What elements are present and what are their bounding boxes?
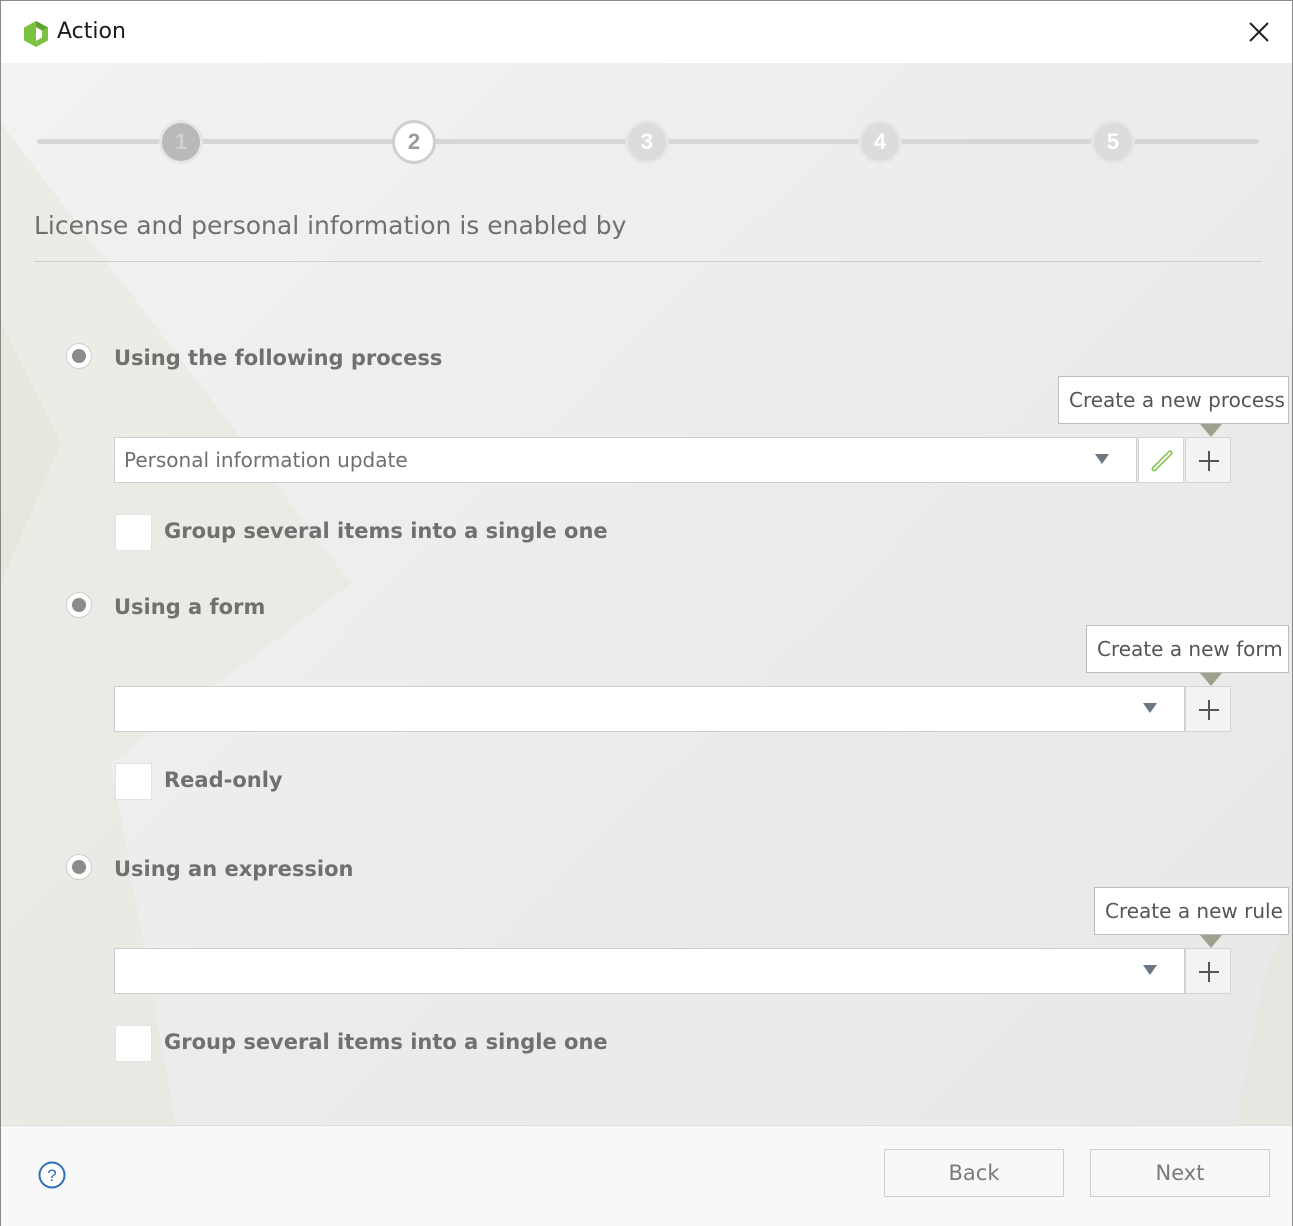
step-1: 1 [159,120,203,164]
tooltip-pointer [1200,935,1222,948]
create-process-tooltip: Create a new process [1058,376,1289,424]
dialog-footer: ? Back Next [1,1125,1292,1226]
step-5: 5 [1091,120,1135,164]
tooltip-pointer [1200,673,1222,686]
read-only-label: Read-only [164,768,283,792]
heading-divider [34,261,1262,262]
create-form-tooltip: Create a new form [1086,625,1289,673]
process-option-label: Using the following process [114,346,443,370]
radio-form[interactable] [66,592,92,618]
group-items-label-2: Group several items into a single one [164,1030,608,1054]
plus-icon [1199,700,1219,720]
wizard-body: 1 2 3 4 5 License and personal informati… [1,63,1292,1125]
tooltip-pointer [1200,424,1222,437]
expression-select[interactable] [114,948,1185,994]
plus-icon [1199,451,1219,471]
action-dialog: Action 1 2 3 4 5 License and personal in… [0,0,1293,1226]
chevron-down-icon [1143,703,1157,713]
form-select[interactable] [114,686,1185,732]
app-logo-icon [24,21,48,47]
group-items-checkbox-2[interactable] [115,1025,152,1062]
create-process-button[interactable] [1185,437,1231,483]
plus-icon [1199,962,1219,982]
section-heading: License and personal information is enab… [34,211,627,240]
expression-option-label: Using an expression [114,857,354,881]
process-select[interactable]: Personal information update [114,437,1137,483]
group-items-label-1: Group several items into a single one [164,519,608,543]
step-4: 4 [858,120,902,164]
radio-expression[interactable] [66,854,92,880]
chevron-down-icon [1143,965,1157,975]
back-button[interactable]: Back [884,1149,1064,1197]
title-bar: Action [1,1,1292,63]
window-title: Action [57,19,126,44]
close-icon[interactable] [1241,15,1277,51]
pencil-icon [1151,450,1173,472]
svg-text:?: ? [47,1166,56,1185]
create-form-button[interactable] [1185,686,1231,732]
process-select-value: Personal information update [124,448,408,472]
read-only-checkbox[interactable] [115,763,152,800]
radio-process[interactable] [66,343,92,369]
next-button[interactable]: Next [1090,1149,1270,1197]
create-rule-tooltip: Create a new rule [1094,887,1289,935]
create-rule-button[interactable] [1185,948,1231,994]
chevron-down-icon [1095,454,1109,464]
edit-process-button[interactable] [1138,437,1184,483]
form-option-label: Using a form [114,595,266,619]
step-3: 3 [625,120,669,164]
group-items-checkbox-1[interactable] [115,514,152,551]
help-icon[interactable]: ? [38,1161,66,1189]
step-2: 2 [392,120,436,164]
